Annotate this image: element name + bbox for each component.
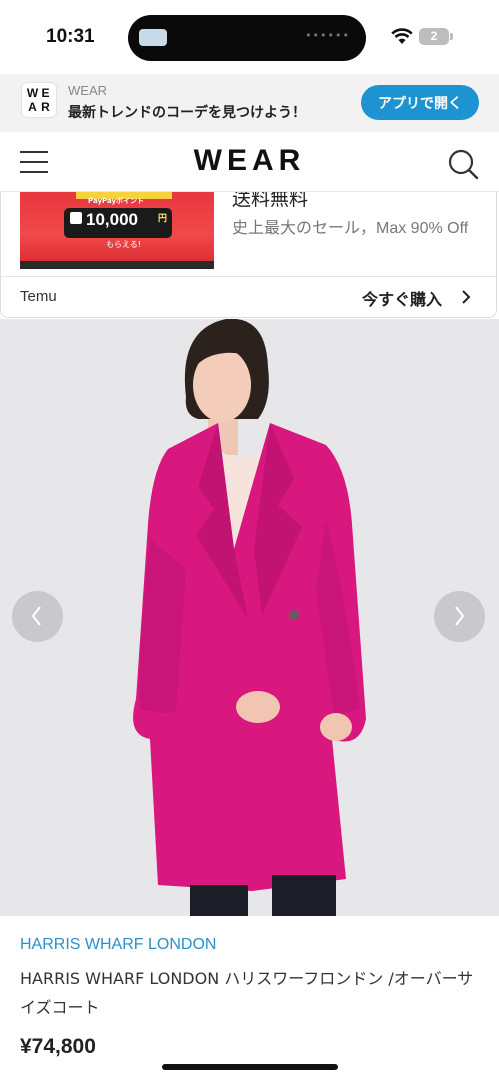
status-time: 10:31: [46, 26, 95, 47]
dynamic-island: ••••••: [128, 15, 366, 61]
product-image[interactable]: [0, 319, 499, 916]
status-bar: 10:31 •••••• 2: [0, 0, 499, 74]
site-header: WEAR: [0, 132, 499, 192]
ad-image-footer-strip: [20, 261, 214, 269]
ad-cta-button[interactable]: 今すぐ購入: [362, 286, 442, 310]
chevron-left-icon: [31, 606, 41, 626]
logo-letter: W: [26, 86, 39, 100]
product-price: ¥74,800: [20, 1035, 96, 1058]
brand-link[interactable]: HARRIS WHARF LONDON: [20, 936, 216, 954]
logo-letter: E: [41, 86, 50, 100]
banner-tagline: 最新トレンドのコーデを見つけよう！: [68, 105, 306, 121]
chevron-right-icon[interactable]: [460, 290, 472, 304]
home-indicator[interactable]: [162, 1064, 338, 1070]
ad-image-unit: 円: [158, 214, 168, 224]
ad-divider: [1, 276, 496, 277]
ad-description: 史上最大のセール，Max 90% Off: [232, 220, 469, 237]
ad-image-caption: もらえる!: [106, 240, 141, 249]
ad-image-amount: 10,000: [86, 210, 138, 229]
app-download-banner: W E A R WEAR 最新トレンドのコーデを見つけよう！ アプリで開く: [0, 74, 499, 132]
carousel-previous-button[interactable]: [12, 591, 63, 642]
search-icon[interactable]: [447, 148, 479, 180]
wifi-icon: [391, 28, 413, 44]
paypay-badge-icon: [70, 212, 82, 224]
model-in-coat-illustration: [133, 319, 366, 916]
open-in-app-button[interactable]: アプリで開く: [361, 85, 479, 120]
site-logo[interactable]: WEAR: [0, 144, 499, 178]
ad-advertiser: Temu: [20, 288, 57, 305]
logo-letter: A: [28, 100, 37, 114]
battery-indicator: 2: [419, 28, 449, 45]
advertisement-card[interactable]: PayPayポイント 10,000 円 もらえる! 送料無料 史上最大のセール，…: [0, 192, 497, 318]
wear-app-logo: W E A R: [21, 82, 57, 118]
battery-tip-icon: [450, 33, 453, 40]
ad-image[interactable]: PayPayポイント 10,000 円 もらえる!: [20, 192, 214, 269]
logo-letter: R: [41, 100, 50, 114]
banner-app-name: WEAR: [68, 83, 107, 98]
product-name: HARRIS WHARF LONDON ハリスワーフロンドン /オーバーサイズコ…: [20, 969, 474, 1017]
island-activity-icon: [139, 29, 167, 46]
island-dots-icon: ••••••: [305, 29, 350, 42]
ad-title[interactable]: 送料無料: [232, 192, 308, 211]
chevron-right-icon: [455, 606, 465, 626]
ad-image-subtitle: PayPayポイント: [88, 197, 145, 205]
carousel-next-button[interactable]: [434, 591, 485, 642]
